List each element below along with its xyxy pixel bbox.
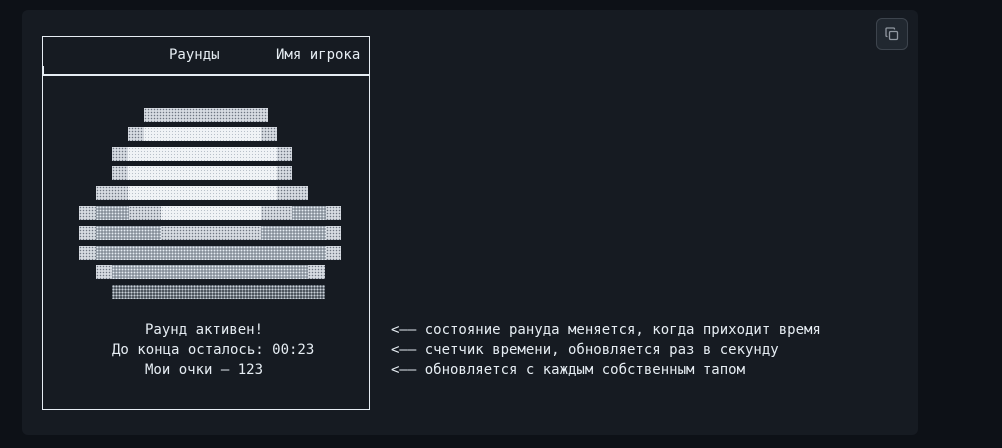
- art-pixel: [96, 265, 112, 279]
- round-status-text: Раунд активен!: [145, 322, 264, 338]
- art-pixel: [96, 186, 128, 200]
- art-pixel: [277, 186, 308, 200]
- art-pixel: [277, 147, 292, 161]
- art-pixel: [261, 127, 277, 141]
- art-pixel: [128, 186, 277, 200]
- art-pixel: [161, 206, 261, 220]
- art-pixel: [96, 226, 161, 240]
- rounds-tab[interactable]: Раунды: [169, 45, 220, 65]
- art-pixel: [261, 226, 326, 240]
- art-pixel: [326, 206, 341, 220]
- art-pixel: [144, 108, 268, 122]
- annotation-round-state: <—— состояние рануда меняется, когда при…: [391, 322, 821, 338]
- art-pixel: [292, 206, 326, 220]
- art-pixel: [326, 226, 341, 240]
- art-pixel: [112, 166, 128, 180]
- art-pixel: [308, 265, 325, 279]
- art-pixel: [128, 127, 144, 141]
- art-pixel: [277, 166, 292, 180]
- art-pixel: [96, 206, 129, 220]
- art-pixel: [112, 285, 325, 299]
- header-divider: [42, 74, 370, 76]
- art-pixel: [326, 246, 341, 260]
- art-pixel: [112, 265, 308, 279]
- art-pixel: [79, 206, 96, 220]
- art-pixel: [112, 147, 128, 161]
- player-name-label: Имя игрока: [276, 47, 361, 63]
- copy-button[interactable]: [876, 18, 908, 50]
- art-pixel: [128, 147, 277, 161]
- my-score-text: Мои очки — 123: [145, 362, 264, 378]
- art-pixel: [96, 246, 326, 260]
- art-pixel: [129, 206, 161, 220]
- copy-icon: [885, 27, 899, 41]
- art-pixel: [144, 127, 261, 141]
- annotation-timer: <—— счетчик времени, обновляется раз в с…: [391, 342, 779, 358]
- art-pixel: [79, 226, 96, 240]
- art-pixel: [79, 246, 96, 260]
- round-timer-text: До конца осталось: 00:23: [112, 342, 315, 358]
- art-pixel: [261, 206, 292, 220]
- annotation-score: <—— обновляется с каждым собственным тап…: [391, 362, 746, 378]
- art-pixel: [161, 226, 261, 240]
- art-pixel: [128, 166, 277, 180]
